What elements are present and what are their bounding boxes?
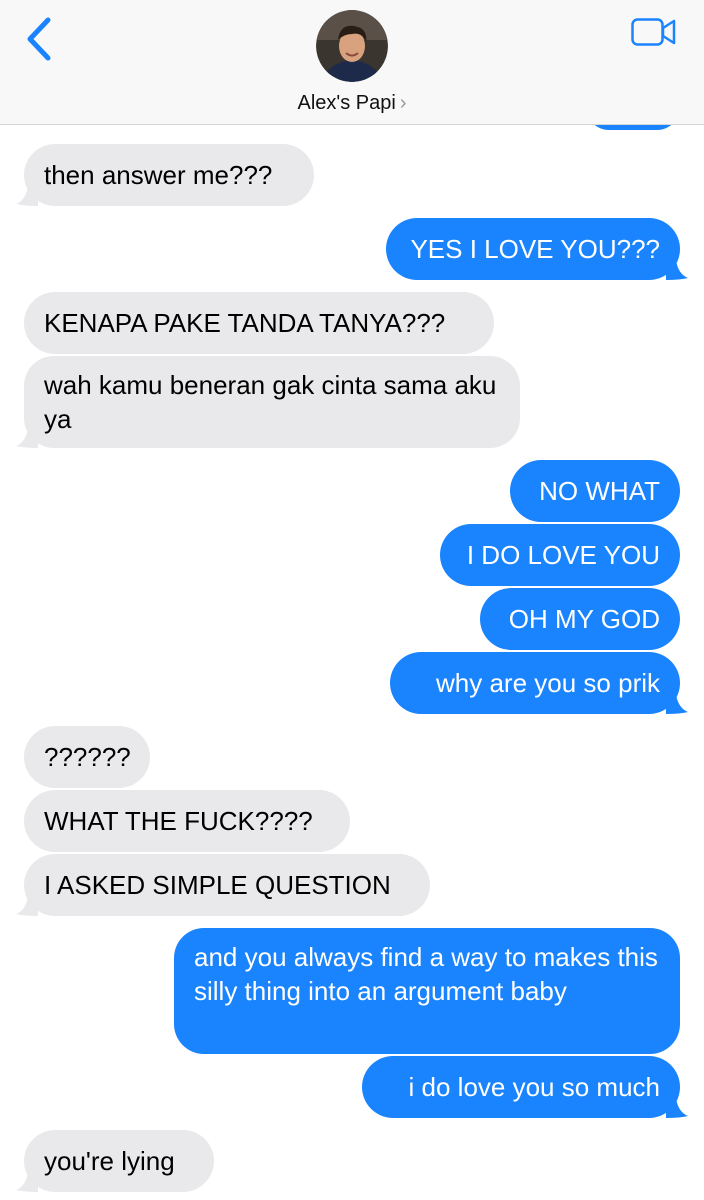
contact-name-button[interactable]: Alex's Papi › [0, 92, 704, 115]
message-text: why are you so prik [436, 668, 660, 698]
bubble-tail [666, 1098, 688, 1118]
incoming-message-bubble[interactable]: wah kamu beneran gak cinta sama aku ya [24, 356, 520, 448]
message-text: OH MY GOD [508, 604, 660, 634]
video-camera-icon [631, 18, 676, 46]
contact-name-label: Alex's Papi [297, 92, 396, 114]
bubble-tail [666, 694, 688, 714]
incoming-message-bubble[interactable]: KENAPA PAKE TANDA TANYA??? [24, 292, 494, 354]
contact-avatar[interactable] [316, 10, 388, 82]
bubble-tail [16, 896, 38, 916]
outgoing-message-bubble[interactable]: I DO LOVE YOU [440, 524, 680, 586]
chevron-left-icon [27, 17, 51, 61]
message-text: and you always find a way to makes this … [194, 942, 658, 1006]
message-text: wah kamu beneran gak cinta sama aku ya [44, 370, 497, 434]
outgoing-message-bubble[interactable]: YES I LOVE YOU??? [386, 218, 680, 280]
outgoing-message-bubble[interactable]: why are you so prik [390, 652, 680, 714]
chevron-right-icon: › [399, 92, 407, 114]
bubble-tail [16, 186, 38, 206]
avatar-photo-icon [316, 10, 388, 82]
bubble-tail [16, 428, 38, 448]
message-text: WHAT THE FUCK???? [44, 806, 313, 836]
conversation-header: Alex's Papi › [0, 0, 704, 125]
message-text: YES I LOVE YOU??? [410, 234, 660, 264]
message-text: you're lying [44, 1146, 175, 1176]
message-text: I DO LOVE YOU [466, 540, 660, 570]
message-text: ?????? [44, 742, 131, 772]
message-text: KENAPA PAKE TANDA TANYA??? [44, 308, 446, 338]
incoming-message-bubble[interactable]: WHAT THE FUCK???? [24, 790, 350, 852]
message-text: NO WHAT [539, 476, 660, 506]
bubble-tail [16, 1172, 38, 1192]
message-text: then answer me??? [44, 160, 273, 190]
outgoing-message-bubble[interactable]: OH MY GOD [480, 588, 680, 650]
outgoing-message-bubble[interactable]: i do love you so much [362, 1056, 680, 1118]
message-thread[interactable]: then answer me??? YES I LOVE YOU??? KENAPA… [0, 124, 704, 1200]
facetime-button[interactable] [630, 16, 678, 48]
incoming-message-bubble[interactable]: then answer me??? [24, 144, 314, 206]
bubble-tail [666, 260, 688, 280]
back-button[interactable] [18, 14, 62, 64]
message-text: I ASKED SIMPLE QUESTION [44, 870, 391, 900]
incoming-message-bubble[interactable]: you're lying [24, 1130, 214, 1192]
incoming-message-bubble[interactable]: ?????? [24, 726, 150, 788]
outgoing-message-bubble[interactable]: and you always find a way to makes this … [174, 928, 680, 1054]
incoming-message-bubble[interactable]: I ASKED SIMPLE QUESTION [24, 854, 430, 916]
outgoing-message-bubble[interactable]: NO WHAT [510, 460, 680, 522]
messages-screen: Alex's Papi › then answer me??? YES I LOVE… [0, 0, 704, 1200]
message-text: i do love you so much [408, 1072, 660, 1102]
